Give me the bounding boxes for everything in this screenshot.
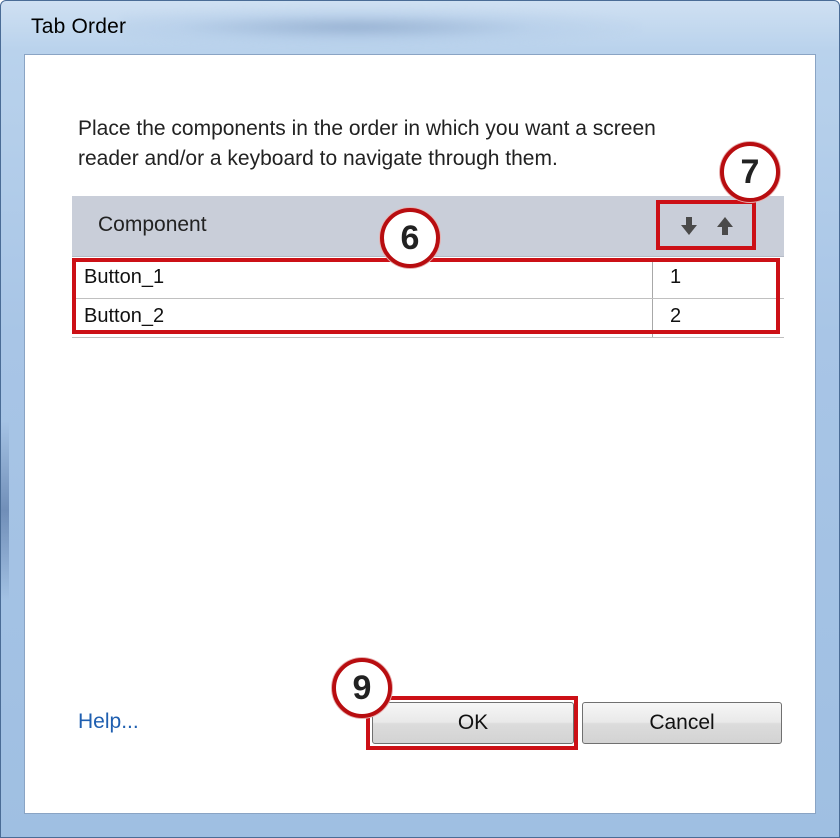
- component-column-header: Component: [98, 213, 207, 236]
- column-divider: [652, 299, 653, 337]
- instructions-line-1: Place the components in the order in whi…: [78, 117, 656, 140]
- callout-9: 9: [332, 658, 392, 718]
- callout-6: 6: [380, 208, 440, 268]
- arrow-down-icon[interactable]: [678, 215, 700, 237]
- cancel-button[interactable]: Cancel: [582, 702, 782, 744]
- column-divider: [652, 260, 653, 298]
- help-link[interactable]: Help...: [78, 710, 139, 734]
- sort-buttons: [664, 212, 750, 242]
- dialog-title: Tab Order: [31, 15, 127, 38]
- callout-7: 7: [720, 142, 780, 202]
- tab-order-value: 1: [670, 266, 682, 288]
- instructions-line-2: reader and/or a keyboard to navigate thr…: [78, 147, 558, 170]
- instructions-text: Place the components in the order in whi…: [78, 114, 798, 174]
- table-row[interactable]: Button_1 1: [72, 260, 784, 299]
- component-name: Button_1: [84, 266, 165, 288]
- table-row[interactable]: Button_2 2: [72, 299, 784, 338]
- tab-order-value: 2: [670, 305, 682, 327]
- ok-button[interactable]: OK: [372, 702, 574, 744]
- frame-shadow: [1, 421, 9, 601]
- component-table: Button_1 1 Button_2 2: [72, 256, 784, 338]
- arrow-up-icon[interactable]: [714, 215, 736, 237]
- titlebar-background: [121, 7, 641, 47]
- component-name: Button_2: [84, 305, 165, 327]
